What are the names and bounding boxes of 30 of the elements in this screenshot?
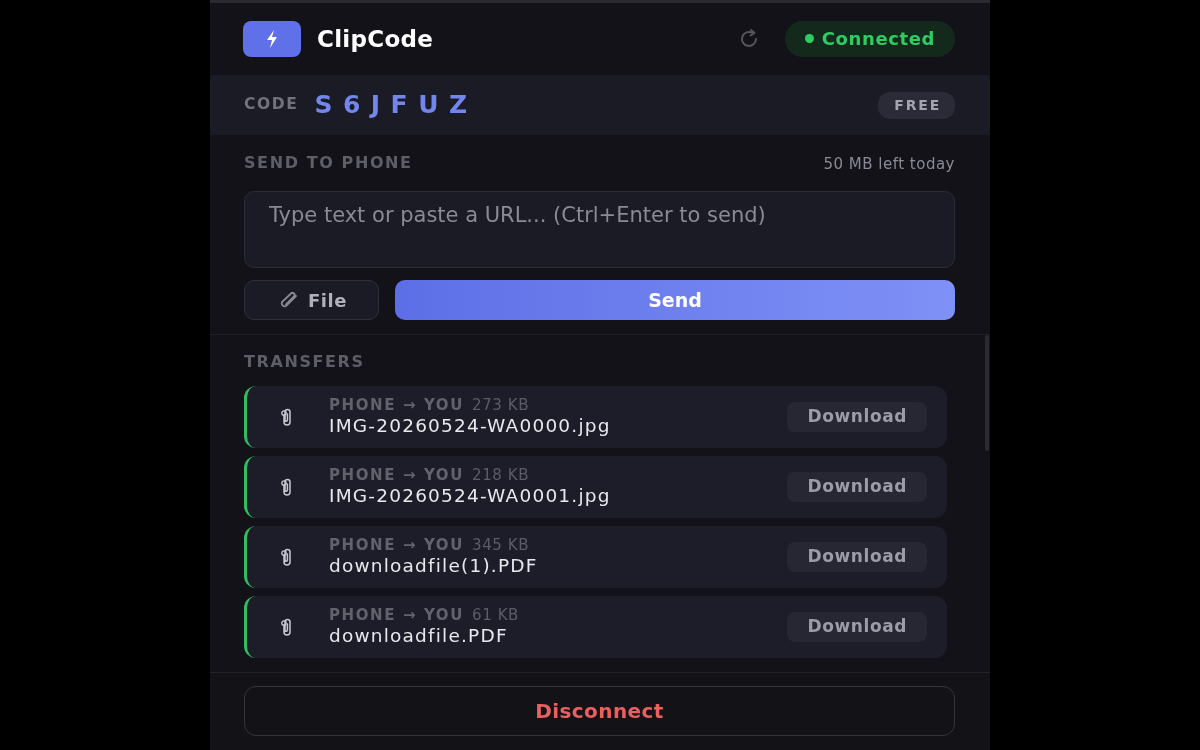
file-size: 345 KB (472, 535, 530, 554)
download-button[interactable]: Download (787, 542, 927, 572)
file-size: 273 KB (472, 395, 530, 414)
section-heading: SEND TO PHONE (244, 152, 413, 174)
message-input[interactable]: Type text or paste a URL... (Ctrl+Enter to send) (244, 191, 955, 268)
pairing-code: S6JFUZ (314, 89, 478, 122)
file-name: IMG-20260524-WA0000.jpg (329, 414, 611, 436)
section-heading: TRANSFERS (244, 352, 365, 371)
lightning-logo-icon (243, 21, 301, 57)
disconnect-button[interactable]: Disconnect (244, 686, 955, 736)
download-button[interactable]: Download (787, 612, 927, 642)
file-button[interactable]: File (244, 280, 379, 320)
transfer-direction: PHONE → YOU (329, 395, 464, 414)
code-label: CODE (244, 94, 299, 116)
send-button[interactable]: Send (395, 280, 955, 320)
download-button[interactable]: Download (787, 402, 927, 432)
download-button[interactable]: Download (787, 472, 927, 502)
file-size: 218 KB (472, 465, 530, 484)
file-name: downloadfile(1).PDF (329, 554, 538, 576)
file-size: 61 KB (472, 605, 519, 624)
status-label: Connected (821, 27, 935, 51)
status-dot-icon (804, 34, 814, 43)
quota-text: 50 MB left today (823, 153, 955, 175)
plan-tag: FREE (878, 91, 955, 119)
transfer-direction: PHONE → YOU (329, 605, 464, 624)
transfer-direction: PHONE → YOU (329, 535, 464, 554)
app-title: ClipCode (317, 24, 434, 54)
transfer-direction: PHONE → YOU (329, 465, 464, 484)
file-name: IMG-20260524-WA0001.jpg (329, 484, 611, 506)
file-name: downloadfile.PDF (329, 624, 508, 646)
